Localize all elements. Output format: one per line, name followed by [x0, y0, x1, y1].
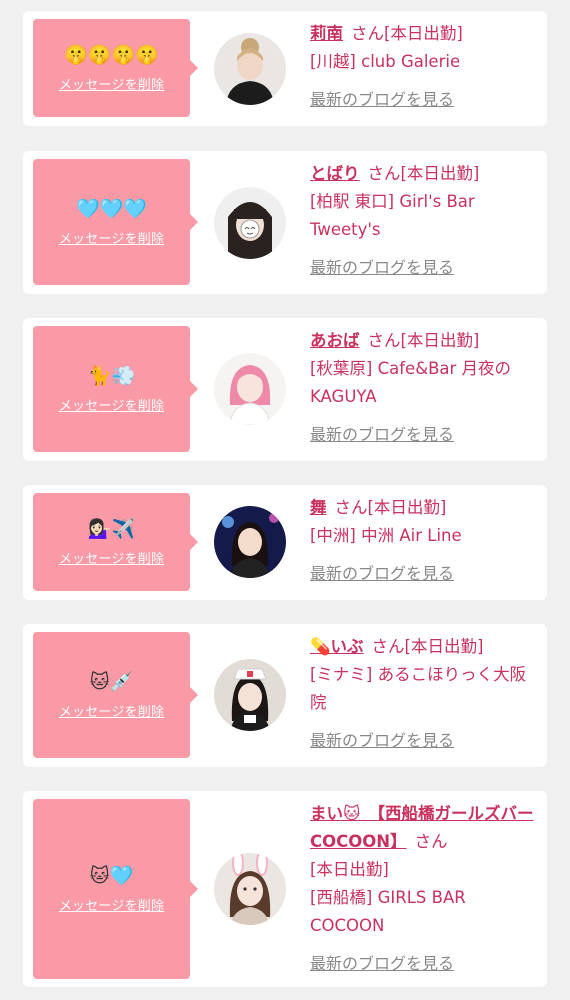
shop-name: [柏駅 東口] Girl's Bar Tweety's [310, 192, 475, 239]
message-bubble: 🐱🩵 メッセージを削除 [33, 799, 198, 979]
delete-message-link[interactable]: メッセージを削除 [59, 895, 164, 914]
avatar[interactable] [214, 853, 286, 925]
message-emoji: 🩵🩵🩵 [76, 197, 147, 220]
avatar[interactable] [214, 187, 286, 259]
delete-message-link[interactable]: メッセージを削除 [59, 548, 164, 567]
list-item: 💁🏻‍♀️✈️ メッセージを削除 舞さん[本日出勤] [中洲] 中洲 Air L… [23, 485, 547, 600]
shop-name: [川越] club Galerie [310, 52, 461, 71]
message-bubble: 💁🏻‍♀️✈️ メッセージを削除 [33, 493, 198, 591]
honorific: さん [367, 331, 401, 350]
honorific: さん [367, 164, 401, 183]
cast-name-link[interactable]: あおば [310, 331, 360, 350]
cast-info: 💊いぶ さん[本日出勤] [ミナミ] あるこほりっく大阪院 最新のブログを見る [310, 633, 540, 755]
status-badge: [本日出勤] [367, 498, 447, 517]
honorific: さん [371, 637, 405, 656]
cast-info: あおば さん[本日出勤] [秋葉原] Cafe&Bar 月夜のKAGUYA 最新の… [310, 327, 540, 449]
blog-link[interactable]: 最新のブログを見る [310, 727, 454, 755]
status-badge: [本日出勤] [400, 331, 480, 350]
shop-name: [ミナミ] あるこほりっく大阪院 [310, 665, 527, 712]
avatar[interactable] [214, 33, 286, 105]
list-item: 🐱💉 メッセージを削除 💊いぶ さん[本日出勤] [ミナミ] あるこほりっく大阪院… [23, 624, 547, 767]
message-bubble: 🩵🩵🩵 メッセージを削除 [33, 159, 198, 285]
status-badge: [本日出勤] [400, 164, 480, 183]
message-bubble: 🐈💨 メッセージを削除 [33, 326, 198, 452]
honorific: さん [414, 832, 448, 851]
delete-message-link[interactable]: メッセージを削除 [59, 701, 164, 720]
delete-message-link[interactable]: メッセージを削除 [59, 228, 164, 247]
message-emoji: 🐱🩵 [89, 864, 134, 887]
blog-link[interactable]: 最新のブログを見る [310, 86, 454, 114]
shop-name: [秋葉原] Cafe&Bar 月夜のKAGUYA [310, 359, 512, 406]
message-emoji: 🐱💉 [89, 670, 134, 693]
cast-name-link[interactable]: 莉南 [310, 24, 343, 43]
message-emoji: 💁🏻‍♀️✈️ [87, 517, 136, 540]
blog-link[interactable]: 最新のブログを見る [310, 560, 454, 588]
honorific: さん [351, 24, 384, 43]
avatar[interactable] [214, 353, 286, 425]
list-item: 🤫🤫🤫🤫 メッセージを削除 莉南 さん[本日出勤] [川越] club Galer… [23, 11, 547, 126]
honorific: さん [334, 498, 368, 517]
blog-link[interactable]: 最新のブログを見る [310, 254, 454, 282]
list-item: 🐈💨 メッセージを削除 あおば さん[本日出勤] [秋葉原] Cafe&Bar 月… [23, 318, 547, 461]
message-emoji: 🐈💨 [87, 364, 136, 387]
status-badge: [本日出勤] [310, 860, 389, 879]
message-bubble: 🤫🤫🤫🤫 メッセージを削除 [33, 19, 198, 117]
cast-info: 舞さん[本日出勤] [中洲] 中洲 Air Line 最新のブログを見る [310, 494, 540, 588]
cast-info: 莉南 さん[本日出勤] [川越] club Galerie 最新のブログを見る [310, 20, 540, 114]
cast-name-link[interactable]: 💊いぶ [310, 637, 364, 656]
status-badge: [本日出勤] [404, 637, 484, 656]
avatar[interactable] [214, 659, 286, 731]
list-item: 🩵🩵🩵 メッセージを削除 とばり さん[本日出勤] [柏駅 東口] Girl's … [23, 151, 547, 294]
delete-message-link[interactable]: メッセージを削除 [59, 395, 164, 414]
shop-name: [中洲] 中洲 Air Line [310, 526, 462, 545]
shop-name: [西船橋] GIRLS BAR COCOON [310, 888, 466, 935]
cast-info: まい🐱 【西船橋ガールズバーCOCOON】 さん [本日出勤] [西船橋] GIR… [310, 800, 540, 978]
cast-info: とばり さん[本日出勤] [柏駅 東口] Girl's Bar Tweety's … [310, 160, 540, 282]
message-bubble: 🐱💉 メッセージを削除 [33, 632, 198, 758]
cast-name-link[interactable]: とばり [310, 164, 360, 183]
message-list: 🤫🤫🤫🤫 メッセージを削除 莉南 さん[本日出勤] [川越] club Galer… [0, 0, 570, 1000]
cast-name-link[interactable]: 舞 [310, 498, 327, 517]
status-badge: [本日出勤] [384, 24, 463, 43]
blog-link[interactable]: 最新のブログを見る [310, 950, 454, 978]
list-item: 🐱🩵 メッセージを削除 まい🐱 【西船橋ガールズバーCOCOON】 さん [本日出… [23, 791, 547, 987]
message-emoji: 🤫🤫🤫🤫 [64, 43, 159, 66]
delete-message-link[interactable]: メッセージを削除 [59, 74, 164, 93]
blog-link[interactable]: 最新のブログを見る [310, 421, 454, 449]
avatar[interactable] [214, 506, 286, 578]
